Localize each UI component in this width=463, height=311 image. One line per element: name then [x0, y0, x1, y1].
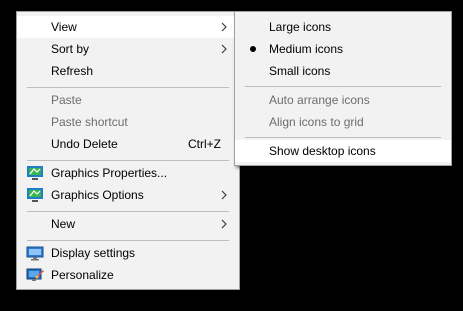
intel-graphics-icon	[27, 166, 43, 180]
chevron-right-icon	[221, 190, 227, 200]
keyboard-shortcut: Ctrl+Z	[188, 137, 221, 151]
menu-item-paste-shortcut[interactable]: Paste shortcut	[17, 111, 239, 133]
submenu-item-medium-icons-label: Medium icons	[269, 42, 344, 56]
menu-item-view-label: View	[51, 20, 77, 34]
personalize-icon	[26, 268, 44, 281]
menu-separator	[245, 86, 441, 87]
submenu-item-align-icons-to-grid-label: Align icons to grid	[269, 115, 364, 129]
submenu-item-align-icons-to-grid[interactable]: Align icons to grid	[235, 111, 451, 133]
menu-item-view[interactable]: View	[17, 16, 239, 38]
submenu-item-small-icons-label: Small icons	[269, 64, 331, 78]
menu-item-graphics-properties-label: Graphics Properties...	[51, 166, 168, 180]
chevron-right-icon	[221, 219, 227, 229]
menu-item-refresh[interactable]: Refresh	[17, 60, 239, 82]
menu-separator	[245, 137, 441, 138]
view-submenu: Large icons Medium icons Small icons Aut…	[234, 11, 452, 166]
menu-separator	[27, 87, 229, 88]
menu-separator	[27, 211, 229, 212]
menu-separator	[27, 160, 229, 161]
menu-item-sort-by-label: Sort by	[51, 42, 90, 56]
menu-item-personalize-label: Personalize	[51, 268, 114, 282]
chevron-right-icon	[221, 22, 227, 32]
submenu-item-large-icons-label: Large icons	[269, 20, 332, 34]
menu-item-display-settings-label: Display settings	[51, 246, 136, 260]
submenu-item-medium-icons[interactable]: Medium icons	[235, 38, 451, 60]
menu-item-display-settings[interactable]: Display settings	[17, 242, 239, 264]
menu-item-undo-delete[interactable]: Undo Delete Ctrl+Z	[17, 133, 239, 155]
menu-item-graphics-options-label: Graphics Options	[51, 188, 144, 202]
menu-item-refresh-label: Refresh	[51, 64, 94, 78]
desktop-context-menu: View Sort by Refresh Paste Paste shortcu…	[16, 11, 240, 290]
submenu-item-auto-arrange-icons-label: Auto arrange icons	[269, 93, 370, 107]
menu-item-graphics-options[interactable]: Graphics Options	[17, 184, 239, 206]
menu-item-paste-shortcut-label: Paste shortcut	[51, 115, 128, 129]
menu-item-new[interactable]: New	[17, 213, 239, 235]
menu-item-personalize[interactable]: Personalize	[17, 264, 239, 286]
monitor-icon	[26, 246, 44, 261]
menu-item-new-label: New	[51, 217, 76, 231]
menu-separator	[27, 240, 229, 241]
intel-graphics-icon	[27, 188, 43, 202]
submenu-item-show-desktop-icons[interactable]: Show desktop icons	[235, 140, 451, 162]
menu-item-paste-label: Paste	[51, 93, 82, 107]
bullet-icon	[250, 46, 256, 52]
menu-item-sort-by[interactable]: Sort by	[17, 38, 239, 60]
chevron-right-icon	[221, 44, 227, 54]
menu-item-paste[interactable]: Paste	[17, 89, 239, 111]
submenu-item-small-icons[interactable]: Small icons	[235, 60, 451, 82]
submenu-item-auto-arrange-icons[interactable]: Auto arrange icons	[235, 89, 451, 111]
menu-item-undo-delete-label: Undo Delete	[51, 137, 118, 151]
menu-item-graphics-properties[interactable]: Graphics Properties...	[17, 162, 239, 184]
submenu-item-show-desktop-icons-label: Show desktop icons	[269, 144, 376, 158]
submenu-item-large-icons[interactable]: Large icons	[235, 16, 451, 38]
